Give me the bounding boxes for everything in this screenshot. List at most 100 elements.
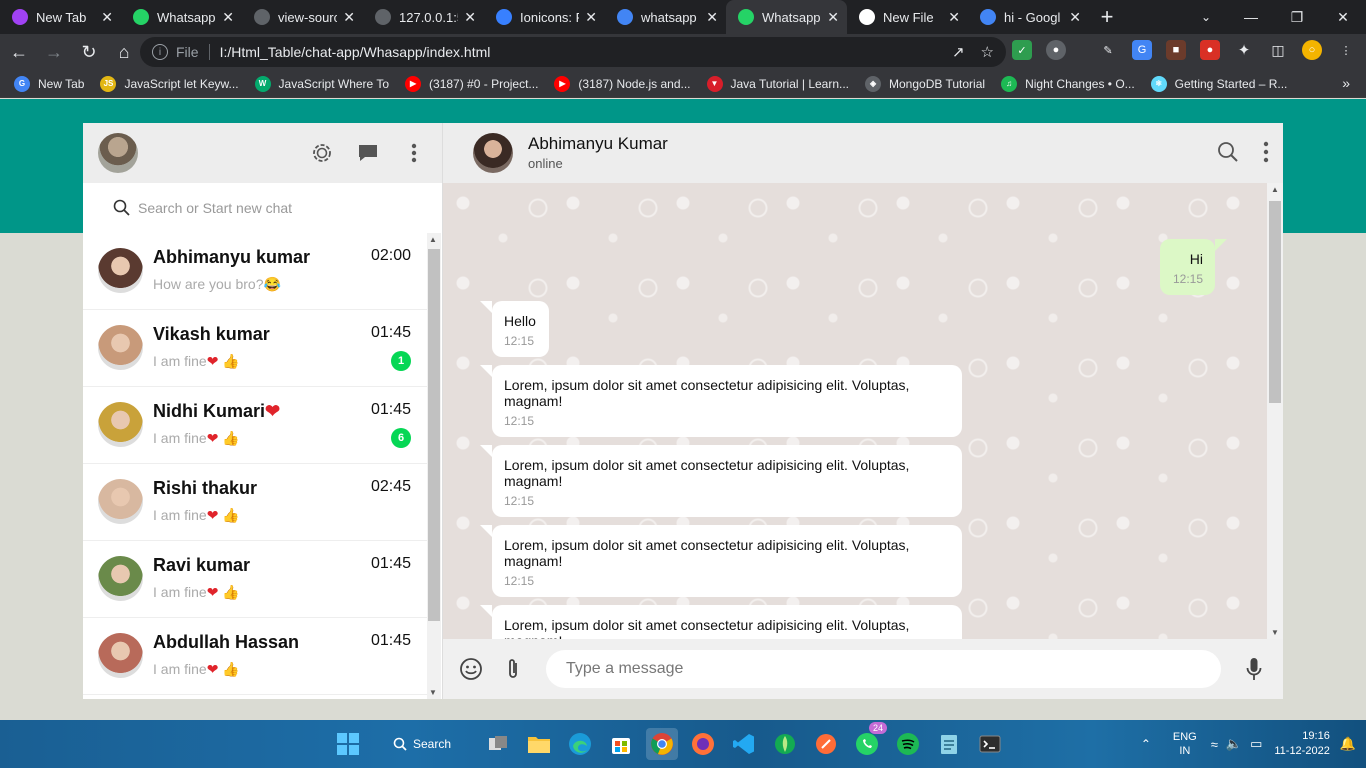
more-bookmarks-icon[interactable]: » xyxy=(1342,75,1350,91)
tab-search-icon[interactable]: ⌄ xyxy=(1192,0,1220,34)
microphone-icon[interactable] xyxy=(1241,656,1267,682)
mongodb-compass-icon[interactable] xyxy=(769,728,801,760)
translate-extension-icon[interactable]: G xyxy=(1132,40,1152,60)
received-message[interactable]: Hello 12:15 xyxy=(480,301,549,357)
search-messages-icon[interactable] xyxy=(1217,141,1239,168)
browser-tab[interactable]: hi - Googl ✕ xyxy=(968,0,1089,34)
search-input[interactable] xyxy=(103,193,427,223)
tab-close-icon[interactable]: ✕ xyxy=(948,9,960,26)
tab-close-icon[interactable]: ✕ xyxy=(222,9,234,26)
notepad-icon[interactable] xyxy=(933,728,965,760)
info-icon[interactable]: i xyxy=(152,44,168,60)
postman-icon[interactable] xyxy=(810,728,842,760)
browser-tab[interactable]: Whatsapp ✕ xyxy=(121,0,242,34)
bookmark-item[interactable]: ▶ (3187) #0 - Project... xyxy=(405,75,538,92)
browser-tab[interactable]: Whatsapp ✕ xyxy=(726,0,847,34)
menu-dots-icon[interactable]: ⋮ xyxy=(1336,40,1356,60)
bookmark-item[interactable]: JS JavaScript let Keyw... xyxy=(100,75,239,92)
battery-icon[interactable]: ▭ xyxy=(1250,736,1262,752)
taskbar-search[interactable]: Search xyxy=(373,728,473,760)
close-window-icon[interactable]: ✕ xyxy=(1320,0,1366,34)
restore-icon[interactable]: ❐ xyxy=(1274,0,1320,34)
tab-close-icon[interactable]: ✕ xyxy=(101,9,113,26)
puzzle-extensions-icon[interactable]: ✦ xyxy=(1234,40,1254,60)
browser-tab[interactable]: whatsapp f ✕ xyxy=(605,0,726,34)
browser-tab[interactable]: New File ✕ xyxy=(847,0,968,34)
my-avatar[interactable] xyxy=(98,133,138,173)
more-options-icon[interactable] xyxy=(402,141,426,165)
file-explorer-icon[interactable] xyxy=(523,728,555,760)
tray-overflow-icon[interactable]: ⌃ xyxy=(1141,737,1151,751)
shield-extension-icon[interactable]: ✓ xyxy=(1012,40,1032,60)
sidebar-scrollbar[interactable]: ▲ ▼ xyxy=(427,233,441,699)
input-language[interactable]: ENG IN xyxy=(1173,730,1197,758)
share-icon[interactable]: ↗ xyxy=(952,43,965,61)
edge-icon[interactable] xyxy=(564,728,596,760)
notification-icon[interactable]: 🔔 xyxy=(1340,736,1356,752)
scroll-down-icon[interactable]: ▼ xyxy=(429,688,437,697)
received-message[interactable]: Lorem, ipsum dolor sit amet consectetur … xyxy=(480,605,962,639)
spotify-icon[interactable] xyxy=(892,728,924,760)
minimize-icon[interactable]: — xyxy=(1228,0,1274,34)
task-view-icon[interactable] xyxy=(482,728,514,760)
bookmark-item[interactable]: ◈ MongoDB Tutorial xyxy=(865,75,985,92)
scroll-up-icon[interactable]: ▲ xyxy=(429,235,437,244)
whatsapp-taskbar-icon[interactable]: 24 xyxy=(851,722,887,760)
record-extension-icon[interactable]: ● xyxy=(1200,40,1220,60)
emoji-icon[interactable] xyxy=(458,656,484,682)
reload-icon[interactable]: ↻ xyxy=(73,36,105,68)
chat-list-item[interactable]: Vikash kumar 01:45 I am fine❤ 👍 1 xyxy=(83,310,427,387)
side-panel-icon[interactable]: ◫ xyxy=(1268,40,1288,60)
contact-avatar[interactable] xyxy=(473,133,513,173)
bookmark-star-icon[interactable]: ☆ xyxy=(981,43,994,61)
tab-close-icon[interactable]: ✕ xyxy=(585,9,597,26)
pen-extension-icon[interactable]: ✎ xyxy=(1098,40,1118,60)
browser-tab[interactable]: Ionicons: P ✕ xyxy=(484,0,605,34)
clock[interactable]: 19:16 11-12-2022 xyxy=(1274,729,1329,759)
new-chat-icon[interactable] xyxy=(356,141,380,165)
vscode-icon[interactable] xyxy=(728,728,760,760)
message-scrollbar[interactable]: ▲ ▼ xyxy=(1267,183,1283,639)
bookmark-item[interactable]: ⚛ Getting Started – R... xyxy=(1150,75,1287,92)
chat-list-item[interactable]: Abdullah Hassan 01:45 I am fine❤ 👍 xyxy=(83,618,427,695)
browser-tab[interactable]: New Tab ✕ xyxy=(0,0,121,34)
scroll-up-icon[interactable]: ▲ xyxy=(1271,185,1279,194)
scrollbar-thumb[interactable] xyxy=(1269,201,1281,403)
profile-avatar[interactable]: ○ xyxy=(1302,40,1322,60)
bookmark-item[interactable]: ▼ Java Tutorial | Learn... xyxy=(706,75,849,92)
status-icon[interactable] xyxy=(310,141,334,165)
browser-tab[interactable]: view-sourc ✕ xyxy=(242,0,363,34)
browser-tab[interactable]: 127.0.0.1:5 ✕ xyxy=(363,0,484,34)
volume-icon[interactable]: 🔈 xyxy=(1226,736,1242,752)
received-message[interactable]: Lorem, ipsum dolor sit amet consectetur … xyxy=(480,525,962,597)
new-tab-button[interactable]: + xyxy=(1089,0,1125,34)
user-extension-icon[interactable]: ■ xyxy=(1166,40,1186,60)
tab-close-icon[interactable]: ✕ xyxy=(827,9,839,26)
attach-icon[interactable] xyxy=(500,656,526,682)
ghost-extension-icon[interactable]: ● xyxy=(1046,40,1066,60)
wifi-icon[interactable]: ≈ xyxy=(1211,737,1218,752)
home-icon[interactable]: ⌂ xyxy=(108,36,140,68)
chat-list-item[interactable]: Rishi thakur 02:45 I am fine❤ 👍 xyxy=(83,464,427,541)
forward-icon[interactable]: → xyxy=(38,36,70,68)
bookmark-item[interactable]: ♫ Night Changes • O... xyxy=(1001,75,1135,92)
bookmark-item[interactable]: ▶ (3187) Node.js and... xyxy=(554,75,691,92)
tab-close-icon[interactable]: ✕ xyxy=(343,9,355,26)
tab-close-icon[interactable]: ✕ xyxy=(706,9,718,26)
tab-close-icon[interactable]: ✕ xyxy=(464,9,476,26)
start-windows-icon[interactable] xyxy=(332,728,364,760)
scroll-down-icon[interactable]: ▼ xyxy=(1271,628,1279,637)
bookmark-item[interactable]: W JavaScript Where To xyxy=(254,75,389,92)
conversation-menu-icon[interactable] xyxy=(1263,141,1269,168)
received-message[interactable]: Lorem, ipsum dolor sit amet consectetur … xyxy=(480,445,962,517)
address-bar[interactable]: i File I:/Html_Table/chat-app/Whasapp/in… xyxy=(140,37,1006,67)
scrollbar-thumb[interactable] xyxy=(428,249,440,621)
tab-close-icon[interactable]: ✕ xyxy=(1069,9,1081,26)
sent-message[interactable]: Hi 12:15 xyxy=(1160,239,1227,295)
received-message[interactable]: Lorem, ipsum dolor sit amet consectetur … xyxy=(480,365,962,437)
chat-list-item[interactable]: Ravi kumar 01:45 I am fine❤ 👍 xyxy=(83,541,427,618)
terminal-icon[interactable] xyxy=(974,728,1006,760)
back-icon[interactable]: ← xyxy=(3,36,35,68)
message-input[interactable] xyxy=(546,650,1221,688)
store-icon[interactable] xyxy=(605,728,637,760)
